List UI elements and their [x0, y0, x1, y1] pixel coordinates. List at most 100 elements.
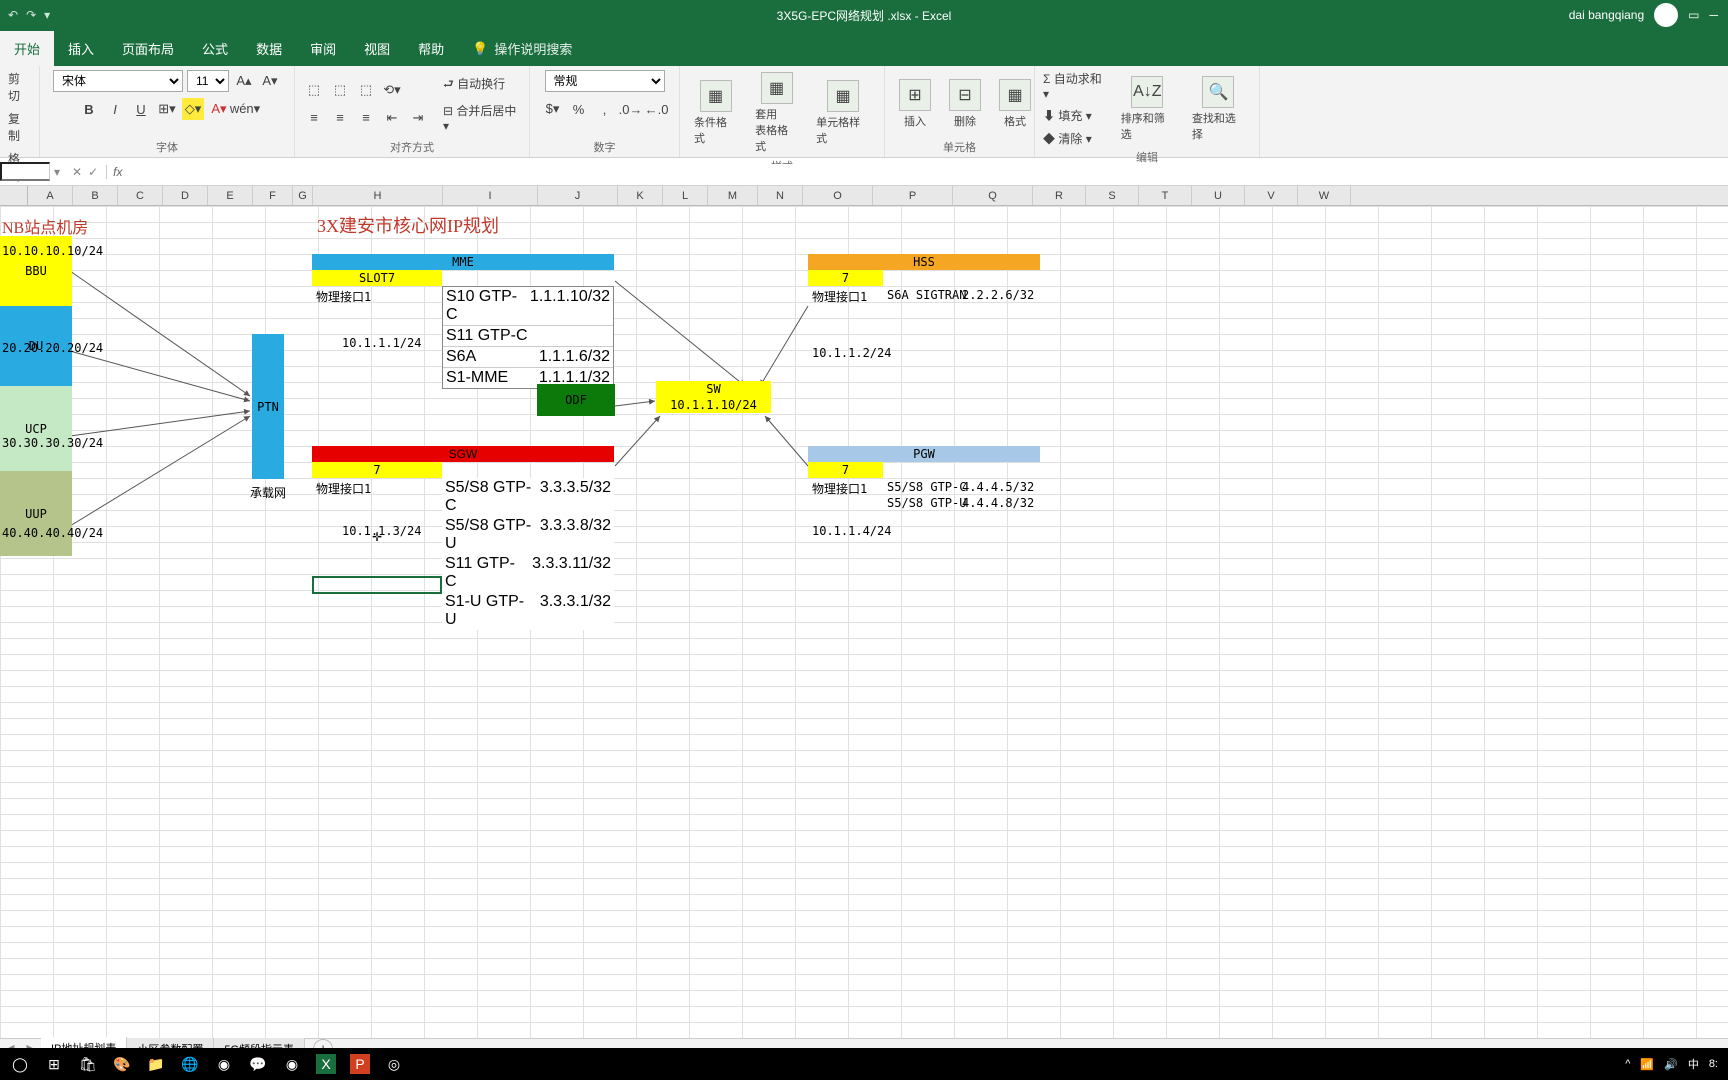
redo-icon[interactable]: ↷ — [26, 8, 36, 22]
col-T[interactable]: T — [1139, 186, 1192, 205]
col-M[interactable]: M — [708, 186, 758, 205]
powerpoint-icon[interactable]: P — [350, 1054, 370, 1074]
col-C[interactable]: C — [118, 186, 163, 205]
cancel-formula-icon[interactable]: ✕ — [72, 165, 82, 179]
undo-icon[interactable]: ↶ — [8, 8, 18, 22]
col-G[interactable]: G — [293, 186, 313, 205]
ime-indicator[interactable]: 中 — [1688, 1056, 1699, 1072]
increase-font-icon[interactable]: A▴ — [233, 70, 255, 92]
cut-button[interactable]: 剪切 — [8, 70, 31, 104]
cell-layer[interactable]: NB站点机房 BBU 10.10.10.10/24 DU 20.20.20.20… — [0, 206, 1728, 1038]
app-icon-3[interactable]: ◎ — [384, 1054, 404, 1074]
align-middle-icon[interactable]: ⬚ — [329, 79, 351, 101]
increase-decimal-icon[interactable]: .0→ — [620, 98, 642, 120]
indent-increase-icon[interactable]: ⇥ — [407, 107, 429, 129]
decrease-font-icon[interactable]: A▾ — [259, 70, 281, 92]
col-O[interactable]: O — [803, 186, 873, 205]
tab-insert[interactable]: 插入 — [54, 31, 108, 66]
edge-icon[interactable]: 🌐 — [180, 1054, 200, 1074]
tray-up-icon[interactable]: ^ — [1625, 1058, 1630, 1070]
minimize-icon[interactable]: ─ — [1709, 8, 1718, 22]
col-F[interactable]: F — [253, 186, 293, 205]
font-name-select[interactable]: 宋体 — [53, 70, 183, 92]
col-L[interactable]: L — [663, 186, 708, 205]
align-center-icon[interactable]: ≡ — [329, 107, 351, 129]
tab-formulas[interactable]: 公式 — [188, 31, 242, 66]
volume-icon[interactable]: 🔊 — [1664, 1058, 1678, 1071]
find-select-button[interactable]: 🔍查找和选择 — [1186, 74, 1251, 144]
col-J[interactable]: J — [538, 186, 618, 205]
col-N[interactable]: N — [758, 186, 803, 205]
col-A[interactable]: A — [28, 186, 73, 205]
decrease-decimal-icon[interactable]: ←.0 — [646, 98, 668, 120]
bold-button[interactable]: B — [78, 98, 100, 120]
ribbon-display-icon[interactable]: ▭ — [1688, 8, 1699, 22]
col-W[interactable]: W — [1298, 186, 1351, 205]
spreadsheet-grid[interactable]: A B C D E F G H I J K L M N O P Q R S T … — [0, 186, 1728, 1038]
excel-taskbar-icon[interactable]: X — [316, 1054, 336, 1074]
tab-layout[interactable]: 页面布局 — [108, 31, 188, 66]
file-explorer-icon[interactable]: 📁 — [146, 1054, 166, 1074]
col-U[interactable]: U — [1192, 186, 1245, 205]
name-box[interactable] — [0, 162, 50, 181]
col-E[interactable]: E — [208, 186, 253, 205]
col-K[interactable]: K — [618, 186, 663, 205]
chrome-icon[interactable]: ◉ — [214, 1054, 234, 1074]
task-view-icon[interactable]: ⊞ — [44, 1054, 64, 1074]
col-D[interactable]: D — [163, 186, 208, 205]
col-P[interactable]: P — [873, 186, 953, 205]
app-icon-1[interactable]: 🎨 — [112, 1054, 132, 1074]
tab-view[interactable]: 视图 — [350, 31, 404, 66]
autosum-button[interactable]: Σ 自动求和 ▾ — [1043, 70, 1109, 101]
qat-dropdown-icon[interactable]: ▾ — [44, 8, 50, 22]
app-icon-2[interactable]: ◉ — [282, 1054, 302, 1074]
font-size-select[interactable]: 11 — [187, 70, 229, 92]
wechat-icon[interactable]: 💬 — [248, 1054, 268, 1074]
underline-button[interactable]: U — [130, 98, 152, 120]
col-I[interactable]: I — [443, 186, 538, 205]
merge-center-button[interactable]: ⊟ 合并后居中 ▾ — [443, 102, 521, 133]
col-H[interactable]: H — [313, 186, 443, 205]
border-button[interactable]: ⊞▾ — [156, 98, 178, 120]
font-color-button[interactable]: A▾ — [208, 98, 230, 120]
comma-icon[interactable]: , — [594, 98, 616, 120]
italic-button[interactable]: I — [104, 98, 126, 120]
clear-button[interactable]: ◆ 清除 ▾ — [1043, 130, 1109, 147]
indent-decrease-icon[interactable]: ⇤ — [381, 107, 403, 129]
col-S[interactable]: S — [1086, 186, 1139, 205]
align-bottom-icon[interactable]: ⬚ — [355, 79, 377, 101]
conditional-format-button[interactable]: ▦条件格式 — [688, 78, 743, 148]
phonetic-button[interactable]: wén▾ — [234, 98, 256, 120]
tell-me-search[interactable]: 💡 操作说明搜索 — [458, 31, 586, 66]
formula-input[interactable] — [129, 164, 1728, 179]
number-format-select[interactable]: 常规 — [545, 70, 665, 92]
enter-formula-icon[interactable]: ✓ — [88, 165, 98, 179]
user-avatar-icon[interactable] — [1654, 3, 1678, 27]
copy-button[interactable]: 复制 — [8, 110, 31, 144]
clock[interactable]: 8: — [1709, 1058, 1718, 1070]
align-left-icon[interactable]: ≡ — [303, 107, 325, 129]
wrap-text-button[interactable]: ⮐ 自动换行 — [443, 75, 521, 96]
col-Q[interactable]: Q — [953, 186, 1033, 205]
format-cells-button[interactable]: ▦格式 — [993, 77, 1037, 131]
fill-color-button[interactable]: ◇▾ — [182, 98, 204, 120]
insert-cells-button[interactable]: ⊞插入 — [893, 77, 937, 131]
fill-button[interactable]: ⬇ 填充 ▾ — [1043, 107, 1109, 124]
align-right-icon[interactable]: ≡ — [355, 107, 377, 129]
select-all-corner[interactable] — [0, 186, 28, 205]
col-R[interactable]: R — [1033, 186, 1086, 205]
fx-icon[interactable]: fx — [107, 165, 128, 179]
store-icon[interactable]: 🛍 — [78, 1054, 98, 1074]
cell-styles-button[interactable]: ▦单元格样式 — [810, 78, 876, 148]
namebox-dropdown-icon[interactable]: ▾ — [50, 165, 64, 179]
tab-help[interactable]: 帮助 — [404, 31, 458, 66]
col-B[interactable]: B — [73, 186, 118, 205]
percent-icon[interactable]: % — [568, 98, 590, 120]
delete-cells-button[interactable]: ⊟删除 — [943, 77, 987, 131]
start-button[interactable]: ◯ — [10, 1054, 30, 1074]
table-format-button[interactable]: ▦套用 表格格式 — [749, 70, 804, 156]
orientation-icon[interactable]: ⟲▾ — [381, 79, 403, 101]
tab-review[interactable]: 审阅 — [296, 31, 350, 66]
currency-icon[interactable]: $▾ — [542, 98, 564, 120]
wifi-icon[interactable]: 📶 — [1640, 1058, 1654, 1071]
